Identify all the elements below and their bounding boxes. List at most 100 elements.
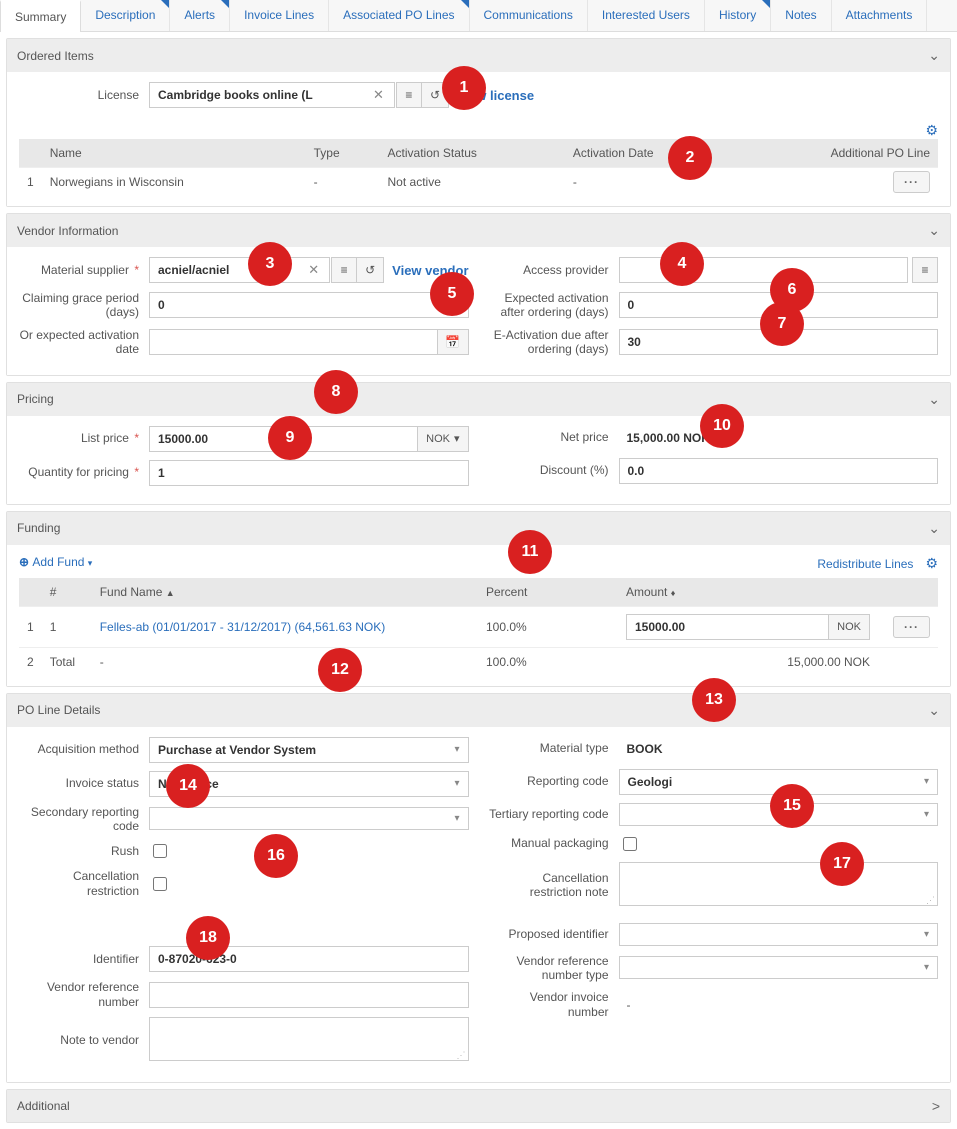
clear-icon[interactable]: ✕ — [373, 87, 392, 103]
tab-alerts[interactable]: Alerts — [170, 0, 230, 31]
tab-interested-users[interactable]: Interested Users — [588, 0, 705, 31]
list-icon[interactable]: ≡ — [912, 257, 938, 283]
ordered-items-header[interactable]: Ordered Items ⌄ — [7, 39, 950, 72]
fund-link[interactable]: Felles-ab (01/01/2017 - 31/12/2017) (64,… — [100, 620, 386, 634]
note-vendor-textarea[interactable] — [149, 1017, 469, 1061]
license-input[interactable] — [149, 82, 395, 108]
claiming-grace-field: Claiming grace period (days) — [19, 291, 469, 320]
manual-packaging-checkbox[interactable] — [623, 837, 637, 851]
chevron-down-icon: ▾ — [454, 813, 459, 824]
tab-notes[interactable]: Notes — [771, 0, 831, 31]
redistribute-link[interactable]: Redistribute Lines — [817, 557, 913, 571]
ordered-items-title: Ordered Items — [17, 49, 94, 63]
material-type-label: Material type — [489, 741, 619, 755]
additional-header[interactable]: Additional > — [7, 1090, 950, 1122]
add-fund-link[interactable]: ⊕ Add Fund ▾ — [19, 555, 92, 572]
gear-icon[interactable]: ⚙ — [925, 122, 938, 139]
clear-icon[interactable]: ✕ — [308, 262, 327, 278]
funding-table: #Fund Name ▲PercentAmount ♦11Felles-ab (… — [19, 578, 938, 676]
claiming-grace-input[interactable] — [149, 292, 469, 318]
vendor-invoice-value: - — [619, 993, 639, 1017]
quantity-input[interactable] — [149, 460, 469, 486]
discount-label: Discount (%) — [489, 463, 619, 477]
history-icon[interactable]: ↺ — [357, 257, 384, 283]
cancel-note-field: Cancellation restriction note⋰ — [489, 862, 939, 909]
gear-icon[interactable]: ⚙ — [925, 555, 938, 571]
total-row: 2Total-100.0%15,000.00 NOK — [19, 647, 938, 676]
po-line-details: PO Line Details⌄Acquisition methodPurcha… — [6, 693, 951, 1083]
history-icon[interactable]: ↺ — [422, 82, 449, 108]
po-line-details-header[interactable]: PO Line Details⌄ — [7, 694, 950, 727]
view-vendor-link[interactable]: View vendor — [392, 263, 468, 278]
vendor-ref-input[interactable] — [149, 982, 469, 1008]
funding-header[interactable]: Funding⌄ — [7, 512, 950, 545]
tab-communications[interactable]: Communications — [470, 0, 588, 31]
view-license-link[interactable]: View license — [457, 88, 534, 103]
eactivation-input[interactable] — [619, 329, 939, 355]
additional-title: Additional — [17, 1099, 70, 1113]
cancel-restriction-checkbox[interactable] — [153, 877, 167, 891]
col-percent[interactable]: Percent — [478, 578, 618, 607]
tab-invoice-lines[interactable]: Invoice Lines — [230, 0, 329, 31]
identifier-input[interactable] — [149, 946, 469, 972]
fund-amount-input[interactable] — [626, 614, 829, 640]
tertiary-code-field: Tertiary reporting code▾ — [489, 803, 939, 826]
access-provider-field: Access provider≡ — [489, 257, 939, 283]
chevron-down-icon: ▾ — [454, 744, 459, 755]
rush-checkbox[interactable] — [153, 844, 167, 858]
cancel-restriction-field: Cancellation restriction — [19, 869, 469, 898]
list-icon[interactable]: ≡ — [331, 257, 357, 283]
material-supplier-field: Material supplier *✕≡↺View vendor — [19, 257, 469, 283]
chevron-down-icon: ▾ — [924, 962, 929, 973]
col-activation-status[interactable]: Activation Status — [380, 139, 565, 168]
tab-attachments[interactable]: Attachments — [832, 0, 928, 31]
expected-activation-input[interactable] — [619, 292, 939, 318]
col-name[interactable]: Name — [42, 139, 306, 168]
chevron-right-icon: > — [932, 1098, 940, 1114]
col-num[interactable]: # — [42, 578, 92, 607]
discount-input[interactable] — [619, 458, 939, 484]
calendar-icon[interactable]: 📅 — [437, 329, 468, 355]
tertiary-select[interactable]: ▾ — [619, 803, 939, 826]
acquisition-select[interactable]: Purchase at Vendor System▾ — [149, 737, 469, 763]
list-icon[interactable]: ≡ — [396, 82, 422, 108]
chevron-down-icon: ⌄ — [928, 47, 940, 64]
chevron-down-icon: ⌄ — [928, 702, 940, 719]
row-actions[interactable]: ··· — [893, 616, 930, 638]
row-actions[interactable]: ··· — [893, 171, 930, 193]
cancel-restriction-label: Cancellation restriction — [19, 869, 149, 898]
invoice-select[interactable]: No invoice▾ — [149, 771, 469, 797]
secondary-select[interactable]: ▾ — [149, 807, 469, 830]
list-price-input[interactable] — [149, 426, 418, 452]
vendor-ref-type-select[interactable]: ▾ — [619, 956, 939, 979]
tab-history[interactable]: History — [705, 0, 771, 31]
currency-select[interactable]: NOK▾ — [418, 426, 468, 452]
reporting-code-field: Reporting codeGeologi▾ — [489, 769, 939, 795]
secondary-code-label: Secondary reporting code — [19, 805, 149, 834]
pricing-header[interactable]: Pricing⌄ — [7, 383, 950, 416]
reporting-code-label: Reporting code — [489, 774, 619, 788]
tab-summary[interactable]: Summary — [0, 0, 81, 32]
ordered-items: Ordered Items ⌄ License ✕≡↺ View license ⚙ Nam… — [6, 38, 951, 207]
tab-notch — [461, 0, 469, 8]
list-price-field: List price *NOK▾ — [19, 426, 469, 452]
reporting-select[interactable]: Geologi▾ — [619, 769, 939, 795]
col-fund[interactable]: Fund Name ▲ — [92, 578, 478, 607]
col-activation-date[interactable]: Activation Date — [565, 139, 735, 168]
cancel-note-label: Cancellation restriction note — [489, 871, 619, 900]
tab-associated-po-lines[interactable]: Associated PO Lines — [329, 0, 469, 31]
tab-description[interactable]: Description — [81, 0, 170, 31]
col-additional[interactable]: Additional PO Line — [735, 139, 938, 168]
license-label: License — [19, 88, 149, 102]
cancel-note-textarea[interactable] — [619, 862, 939, 906]
vendor-info-header[interactable]: Vendor Information⌄ — [7, 214, 950, 247]
material-supplier-input[interactable] — [149, 257, 330, 283]
proposed-id-select[interactable]: ▾ — [619, 923, 939, 946]
vendor-info: Vendor Information⌄Material supplier *✕≡… — [6, 213, 951, 376]
col-amount[interactable]: Amount ♦ — [618, 578, 878, 607]
discount-field: Discount (%) — [489, 458, 939, 484]
access-provider-input[interactable] — [619, 257, 909, 283]
expected-date-input[interactable] — [149, 329, 438, 355]
vendor-info-title: Vendor Information — [17, 224, 118, 238]
col-type[interactable]: Type — [306, 139, 380, 168]
